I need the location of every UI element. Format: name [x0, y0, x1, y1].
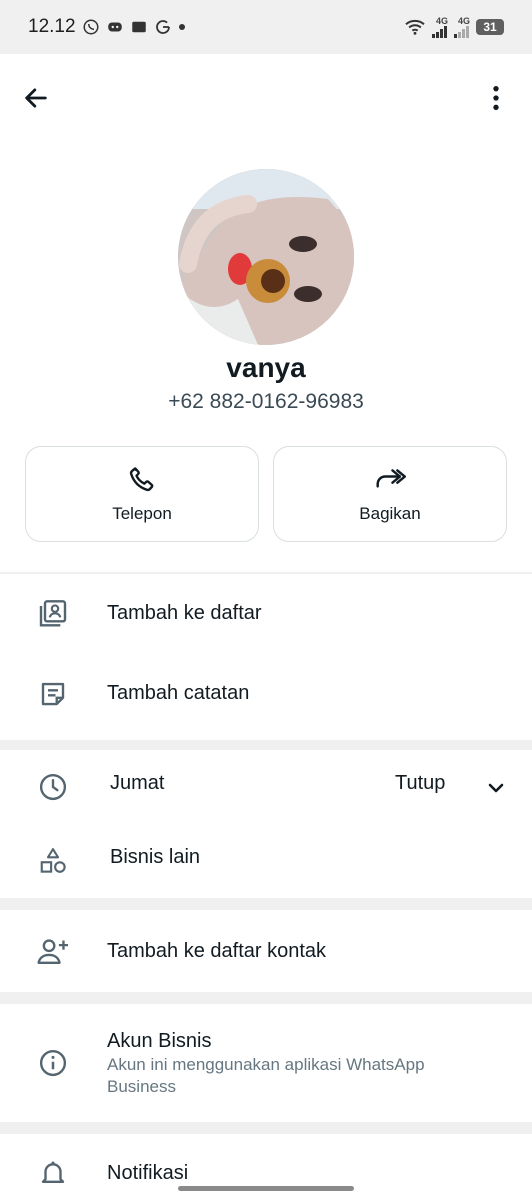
- bell-icon: [36, 1156, 70, 1190]
- add-person-icon: [36, 934, 70, 968]
- shapes-icon: [36, 844, 70, 878]
- google-notification-icon: [154, 18, 172, 36]
- add-contact-card: Tambah ke daftar kontak: [0, 910, 532, 992]
- business-hours-row[interactable]: Jumat Tutup: [0, 750, 532, 824]
- add-to-list-label: Tambah ke daftar: [107, 602, 262, 624]
- share-button-label: Bagikan: [359, 504, 421, 523]
- share-button[interactable]: Bagikan: [273, 446, 507, 542]
- battery-level: 31: [483, 20, 497, 34]
- info-icon: [36, 1046, 70, 1080]
- business-account-card: Akun Bisnis Akun ini menggunakan aplikas…: [0, 1004, 532, 1122]
- network-4g-indicator-1: 4G: [432, 16, 448, 38]
- add-to-list-row[interactable]: Tambah ke daftar: [0, 574, 532, 654]
- network-4g-label-2: 4G: [457, 16, 470, 26]
- call-button[interactable]: Telepon: [25, 446, 259, 542]
- business-day-label: Jumat: [110, 772, 165, 794]
- business-account-title: Akun Bisnis: [107, 1030, 212, 1052]
- contact-phone: +62 882-0162-96983: [168, 390, 364, 413]
- add-contact-row[interactable]: Tambah ke daftar kontak: [0, 910, 532, 992]
- back-button[interactable]: [14, 76, 58, 120]
- status-bar: 12.12 4G 4G 31: [0, 0, 532, 54]
- contact-name: vanya: [226, 352, 306, 383]
- contact-list-icon: [36, 597, 70, 631]
- battery-icon: 31: [476, 19, 504, 35]
- business-info-card: Jumat Tutup Bisnis lain: [0, 750, 532, 898]
- note-icon: [36, 677, 70, 711]
- more-vertical-icon: [493, 85, 499, 111]
- chevron-down-icon[interactable]: [484, 776, 508, 805]
- mail-notification-icon: [130, 18, 148, 36]
- add-note-label: Tambah catatan: [107, 682, 250, 704]
- other-business-row[interactable]: Bisnis lain: [0, 824, 532, 898]
- wifi-icon: [404, 18, 426, 36]
- profile-header-card: vanya +62 882-0162-96983 Telepon Bagikan: [0, 54, 532, 572]
- notifications-label: Notifikasi: [107, 1162, 189, 1184]
- list-actions-card: Tambah ke daftar Tambah catatan: [0, 574, 532, 740]
- business-status-label: Tutup: [395, 772, 446, 794]
- business-account-subtitle: Akun ini menggunakan aplikasi WhatsApp B…: [107, 1055, 425, 1096]
- more-notifications-dot-icon: [178, 23, 186, 31]
- call-button-label: Telepon: [112, 504, 172, 523]
- add-note-row[interactable]: Tambah catatan: [0, 654, 532, 734]
- network-4g-label-1: 4G: [435, 16, 448, 26]
- status-bar-right: 4G 4G 31: [404, 16, 504, 38]
- whatsapp-notification-icon: [82, 18, 100, 36]
- profile-avatar[interactable]: [178, 169, 354, 345]
- home-indicator[interactable]: [178, 1186, 354, 1191]
- status-bar-left: 12.12: [28, 16, 186, 38]
- more-options-button[interactable]: [474, 76, 518, 120]
- forward-share-icon: [376, 469, 406, 488]
- clock-icon: [36, 770, 70, 804]
- add-contact-label: Tambah ke daftar kontak: [107, 940, 327, 962]
- phone-icon: [129, 467, 154, 492]
- other-business-label: Bisnis lain: [110, 846, 201, 868]
- network-4g-indicator-2: 4G: [454, 16, 470, 38]
- status-time: 12.12: [28, 16, 76, 37]
- arrow-left-icon: [25, 88, 47, 108]
- business-account-row[interactable]: Akun Bisnis Akun ini menggunakan aplikas…: [0, 1004, 532, 1122]
- discord-notification-icon: [106, 18, 124, 36]
